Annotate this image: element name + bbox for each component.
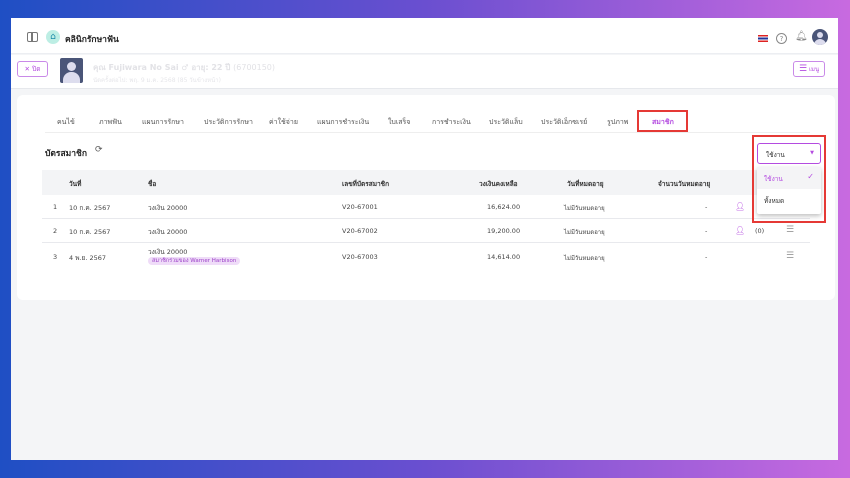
tab-divider	[45, 132, 810, 133]
menu-label: เมนู	[808, 66, 820, 73]
bell-icon[interactable]: 🔔︎	[795, 31, 808, 42]
row-expiry: ไม่มีวันหมดอายุ	[564, 255, 605, 262]
close-icon: ✕	[24, 65, 30, 73]
patient-info: คุณ Fujiwara No Sai ♂ อายุ: 22 ปี (67001…	[93, 61, 275, 74]
user-avatar[interactable]	[812, 29, 828, 45]
active-tab-highlight	[637, 110, 688, 132]
clinic-logo-icon: ⌂	[46, 30, 60, 44]
tab-0[interactable]: คนไข้	[57, 117, 75, 128]
tab-7[interactable]: การชำระเงิน	[432, 117, 471, 128]
header-days: จำนวนวันหมดอายุ	[658, 180, 711, 188]
row-number: 3	[53, 253, 58, 261]
patient-bar: ✕ ปิด คุณ Fujiwara No Sai ♂ อายุ: 22 ปี …	[11, 55, 838, 89]
top-bar: ⌂ คลินิกรักษาฟัน ? 🔔︎	[11, 18, 838, 54]
patient-photo	[60, 58, 83, 83]
section-title: บัตรสมาชิก	[45, 149, 87, 159]
menu-button[interactable]: ☰ เมนู	[793, 61, 825, 77]
row-name: วงเงิน 20000	[148, 228, 188, 236]
gender-icon: ♂	[181, 63, 189, 72]
tab-4[interactable]: ค่าใช้จ่าย	[269, 117, 298, 128]
refresh-icon[interactable]: ⟳	[95, 145, 103, 155]
help-icon[interactable]: ?	[776, 33, 787, 44]
row-name: วงเงิน 20000	[148, 248, 188, 256]
tab-8[interactable]: ประวัติแล็บ	[489, 117, 523, 128]
header-card-number: เลขที่บัตรสมาชิก	[342, 180, 390, 188]
row-days: -	[705, 203, 708, 211]
next-appointment: นัดครั้งต่อไป: พฤ. 9 ม.ค. 2568 (85 วันข้…	[93, 77, 221, 84]
tab-10[interactable]: รูปภาพ	[607, 117, 628, 128]
header-date: วันที่	[69, 180, 82, 188]
tab-2[interactable]: แผนการรักษา	[142, 117, 184, 128]
dropdown-highlight	[752, 135, 826, 223]
app-window: ⌂ คลินิกรักษาฟัน ? 🔔︎ ✕ ปิด คุณ Fujiwara…	[11, 18, 838, 460]
shared-member-badge: สมาชิกร่วมของ Warner Harbison	[148, 257, 241, 265]
row-card-number: V20-67002	[342, 227, 378, 235]
row-balance: 16,624.00	[487, 203, 521, 211]
tab-5[interactable]: แผนการชำระเงิน	[317, 117, 369, 128]
content-card: คนไข้ ภาพฟัน แผนการรักษา ประวัติการรักษา ค่า…	[17, 95, 835, 300]
thai-flag-icon[interactable]	[758, 35, 768, 42]
tab-9[interactable]: ประวัติเอ็กซเรย์	[541, 117, 587, 128]
tab-3[interactable]: ประวัติการรักษา	[204, 117, 253, 128]
tab-6[interactable]: ใบเสร็จ	[388, 117, 410, 128]
share-member-icon[interactable]: 👤︎	[735, 226, 745, 235]
close-button[interactable]: ✕ ปิด	[17, 61, 48, 77]
patient-age: อายุ: 22 ปี	[191, 63, 231, 72]
tab-1[interactable]: ภาพฟัน	[99, 117, 122, 128]
close-label: ปิด	[32, 65, 41, 73]
row-name: วงเงิน 20000	[148, 204, 188, 212]
share-member-icon[interactable]: 👤︎	[735, 202, 745, 211]
hamburger-icon: ☰	[798, 64, 808, 74]
row-days: -	[705, 253, 708, 261]
sidebar-toggle-icon[interactable]	[27, 32, 38, 42]
patient-name: คุณ Fujiwara No Sai	[93, 63, 179, 72]
row-number: 1	[53, 203, 58, 211]
list-icon[interactable]: ☰	[786, 225, 794, 235]
row-date: 10 ก.ค. 2567	[69, 228, 111, 236]
row-date: 4 พ.ย. 2567	[69, 254, 107, 262]
row-balance: 14,614.00	[487, 253, 521, 261]
header-name: ชื่อ	[148, 180, 157, 188]
row-date: 10 ก.ค. 2567	[69, 204, 111, 212]
row-balance: 19,200.00	[487, 227, 521, 235]
row-expiry: ไม่มีวันหมดอายุ	[564, 229, 605, 236]
app-title: คลินิกรักษาฟัน	[65, 35, 119, 45]
header-balance: วงเงินคงเหลือ	[479, 180, 518, 188]
header-expiry: วันที่หมดอายุ	[567, 180, 604, 188]
row-expiry: ไม่มีวันหมดอายุ	[564, 205, 605, 212]
patient-id: (6700150)	[233, 63, 276, 72]
row-card-number: V20-67003	[342, 253, 378, 261]
row-share-count: (0)	[755, 227, 765, 235]
list-icon[interactable]: ☰	[786, 251, 794, 261]
row-card-number: V20-67001	[342, 203, 378, 211]
row-number: 2	[53, 227, 58, 235]
row-days: -	[705, 227, 708, 235]
